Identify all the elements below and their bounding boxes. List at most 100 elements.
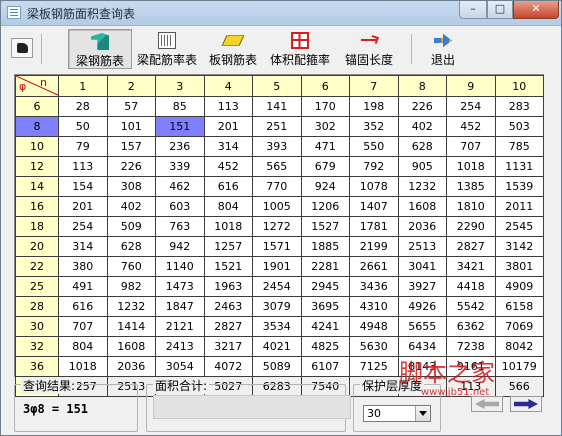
table-cell[interactable]: 151: [155, 116, 205, 137]
table-cell[interactable]: 201: [203, 116, 253, 137]
table-cell[interactable]: 6362: [446, 316, 496, 337]
table-cell[interactable]: 170: [300, 96, 350, 117]
plate-table-button[interactable]: 板钢筋表: [205, 29, 261, 69]
table-cell[interactable]: 2199: [349, 236, 399, 257]
table-cell[interactable]: 2945: [300, 276, 350, 297]
column-header[interactable]: 6: [300, 75, 350, 97]
column-header[interactable]: 3: [155, 75, 205, 97]
row-header[interactable]: 30: [15, 316, 59, 337]
table-cell[interactable]: 770: [252, 176, 302, 197]
table-cell[interactable]: 2413: [155, 336, 205, 357]
table-cell[interactable]: 1232: [397, 176, 447, 197]
table-cell[interactable]: 3534: [252, 316, 302, 337]
table-cell[interactable]: 2827: [446, 236, 496, 257]
table-cell[interactable]: 628: [397, 136, 447, 157]
row-header[interactable]: 12: [15, 156, 59, 177]
table-cell[interactable]: 616: [203, 176, 253, 197]
table-cell[interactable]: 50: [58, 116, 108, 137]
table-cell[interactable]: 3927: [397, 276, 447, 297]
maximize-button[interactable]: □: [487, 1, 513, 19]
table-cell[interactable]: 628: [106, 236, 156, 257]
row-header[interactable]: 8: [15, 116, 59, 137]
table-cell[interactable]: 380: [58, 256, 108, 277]
column-header[interactable]: 8: [397, 75, 447, 97]
table-cell[interactable]: 1608: [106, 336, 156, 357]
table-cell[interactable]: 113: [203, 96, 253, 117]
table-cell[interactable]: 462: [155, 176, 205, 197]
table-cell[interactable]: 2281: [300, 256, 350, 277]
row-header[interactable]: 32: [15, 336, 59, 357]
exit-button[interactable]: 退出: [423, 29, 463, 69]
table-cell[interactable]: 905: [397, 156, 447, 177]
row-header[interactable]: 28: [15, 296, 59, 317]
table-cell[interactable]: 141: [252, 96, 302, 117]
table-cell[interactable]: 1206: [300, 196, 350, 217]
table-cell[interactable]: 1131: [494, 156, 544, 177]
table-cell[interactable]: 1847: [155, 296, 205, 317]
table-cell[interactable]: 3436: [349, 276, 399, 297]
table-cell[interactable]: 113: [58, 156, 108, 177]
table-cell[interactable]: 2463: [203, 296, 253, 317]
row-header[interactable]: 14: [15, 176, 59, 197]
table-cell[interactable]: 4021: [252, 336, 302, 357]
table-cell[interactable]: 3217: [203, 336, 253, 357]
table-cell[interactable]: 4072: [203, 356, 253, 377]
column-header[interactable]: 1: [58, 75, 108, 97]
table-cell[interactable]: 3054: [155, 356, 205, 377]
table-cell[interactable]: 707: [446, 136, 496, 157]
table-cell[interactable]: 471: [300, 136, 350, 157]
table-cell[interactable]: 254: [446, 96, 496, 117]
table-cell[interactable]: 1018: [446, 156, 496, 177]
table-cell[interactable]: 1539: [494, 176, 544, 197]
column-header[interactable]: 7: [349, 75, 399, 97]
table-cell[interactable]: 1810: [446, 196, 496, 217]
table-cell[interactable]: 5089: [252, 356, 302, 377]
table-cell[interactable]: 1963: [203, 276, 253, 297]
table-cell[interactable]: 1901: [252, 256, 302, 277]
table-cell[interactable]: 804: [58, 336, 108, 357]
table-cell[interactable]: 57: [106, 96, 156, 117]
table-cell[interactable]: 402: [106, 196, 156, 217]
row-header[interactable]: 36: [15, 356, 59, 377]
table-cell[interactable]: 550: [349, 136, 399, 157]
table-cell[interactable]: 236: [155, 136, 205, 157]
table-cell[interactable]: 1527: [300, 216, 350, 237]
table-cell[interactable]: 2290: [446, 216, 496, 237]
table-cell[interactable]: 79: [58, 136, 108, 157]
column-header[interactable]: 9: [446, 75, 496, 97]
table-cell[interactable]: 28: [58, 96, 108, 117]
table-cell[interactable]: 8042: [494, 336, 544, 357]
cover-thickness-select[interactable]: 30: [363, 405, 431, 422]
table-cell[interactable]: 7125: [349, 356, 399, 377]
minimize-button[interactable]: –: [459, 1, 487, 19]
table-cell[interactable]: 804: [203, 196, 253, 217]
table-cell[interactable]: 1385: [446, 176, 496, 197]
table-cell[interactable]: 942: [155, 236, 205, 257]
table-cell[interactable]: 226: [397, 96, 447, 117]
table-cell[interactable]: 785: [494, 136, 544, 157]
row-header[interactable]: 20: [15, 236, 59, 257]
small-tool-button[interactable]: [11, 38, 33, 58]
table-cell[interactable]: 302: [300, 116, 350, 137]
table-cell[interactable]: 982: [106, 276, 156, 297]
row-header[interactable]: 10: [15, 136, 59, 157]
table-cell[interactable]: 2011: [494, 196, 544, 217]
table-cell[interactable]: 3801: [494, 256, 544, 277]
table-cell[interactable]: 1571: [252, 236, 302, 257]
table-cell[interactable]: 308: [106, 176, 156, 197]
table-cell[interactable]: 3079: [252, 296, 302, 317]
table-cell[interactable]: 226: [106, 156, 156, 177]
row-header[interactable]: 6: [15, 96, 59, 117]
table-cell[interactable]: 201: [58, 196, 108, 217]
table-cell[interactable]: 491: [58, 276, 108, 297]
table-cell[interactable]: 402: [397, 116, 447, 137]
table-cell[interactable]: 314: [203, 136, 253, 157]
chevron-down-icon[interactable]: [415, 406, 430, 421]
table-cell[interactable]: 1140: [155, 256, 205, 277]
table-cell[interactable]: 251: [252, 116, 302, 137]
table-cell[interactable]: 283: [494, 96, 544, 117]
table-cell[interactable]: 254: [58, 216, 108, 237]
table-cell[interactable]: 6107: [300, 356, 350, 377]
table-cell[interactable]: 4310: [349, 296, 399, 317]
table-cell[interactable]: 452: [446, 116, 496, 137]
